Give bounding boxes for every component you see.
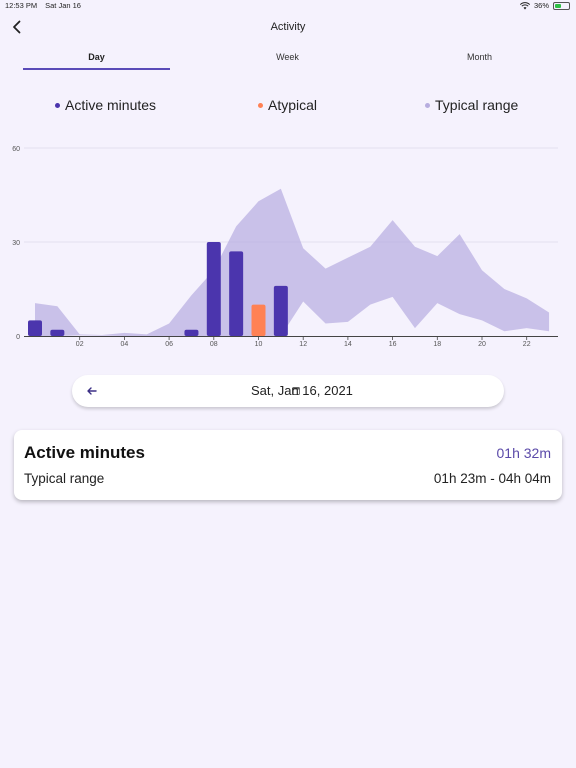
legend-item-active-minutes: Active minutes	[55, 97, 156, 113]
y-tick-label: 60	[12, 146, 20, 153]
active-minutes-bar	[184, 329, 199, 336]
legend-dot-atypical-icon	[258, 102, 263, 108]
summary-active-value: 01h 32m	[496, 445, 551, 461]
x-tick-label: 22	[523, 341, 531, 348]
legend-dot-typical-icon	[425, 102, 430, 108]
summary-range-label: Typical range	[24, 471, 105, 486]
legend-dot-active-icon	[55, 102, 60, 108]
active-minutes-bar	[50, 329, 65, 336]
x-tick-label: 10	[255, 341, 263, 348]
tab-month[interactable]: Month	[406, 52, 553, 68]
x-tick-label: 08	[210, 341, 218, 348]
x-tick-label: 02	[76, 341, 84, 348]
activity-chart-svg: 0 30 60 02 04 06 08 10 12 14 16 18 20 22	[12, 146, 558, 348]
active-minutes-bar	[229, 251, 244, 336]
status-bar: 12:53 PM Sat Jan 16 36%	[0, 0, 576, 12]
page-title: Activity	[270, 21, 306, 33]
x-tick-label: 14	[344, 341, 352, 348]
tab-week[interactable]: Week	[214, 52, 361, 68]
arrow-left-icon	[87, 387, 97, 395]
active-minutes-bar	[273, 285, 288, 336]
active-minutes-bar	[206, 242, 221, 336]
wifi-icon	[519, 1, 530, 9]
x-tick-label: 06	[165, 341, 173, 348]
legend-item-typical-range: Typical range	[425, 97, 518, 113]
legend-label-atypical: Atypical	[268, 97, 318, 113]
battery-percent: 36%	[533, 1, 549, 10]
legend-label-active: Active minutes	[65, 97, 157, 113]
status-date: Sat Jan 16	[45, 1, 81, 10]
activity-chart: 0 30 60 02 04 06 08 10 12 14 16 18 20 22	[0, 135, 576, 355]
x-tick-label: 12	[299, 341, 307, 348]
x-tick-label: 04	[121, 341, 129, 348]
period-tabs: Day Week Month	[23, 52, 576, 72]
selected-date: Sat, Jan 16, 2021	[251, 383, 353, 398]
summary-range-value: 01h 23m - 04h 04m	[433, 471, 551, 486]
battery-icon	[553, 1, 570, 10]
previous-day-button[interactable]	[84, 383, 100, 399]
active-minutes-bar	[28, 320, 42, 336]
nav-bar: Activity	[0, 14, 576, 42]
date-picker[interactable]: Sat, Jan 16, 2021	[72, 375, 504, 407]
legend-label-typical: Typical range	[435, 97, 519, 113]
atypical-bar	[251, 304, 266, 336]
y-tick-label: 0	[16, 334, 20, 341]
status-time: 12:53 PM	[5, 1, 38, 10]
y-tick-label: 30	[12, 240, 20, 247]
x-tick-label: 18	[433, 341, 441, 348]
typical-range-area	[35, 188, 550, 336]
legend-item-atypical: Atypical	[258, 97, 317, 113]
tab-day[interactable]: Day	[23, 52, 170, 70]
summary-card: Active minutes 01h 32m Typical range 01h…	[14, 430, 562, 500]
x-tick-label: 16	[389, 341, 397, 348]
x-tick-label: 20	[478, 341, 486, 348]
chart-legend: Active minutes Atypical Typical range	[0, 97, 576, 117]
summary-title: Active minutes	[24, 443, 145, 462]
